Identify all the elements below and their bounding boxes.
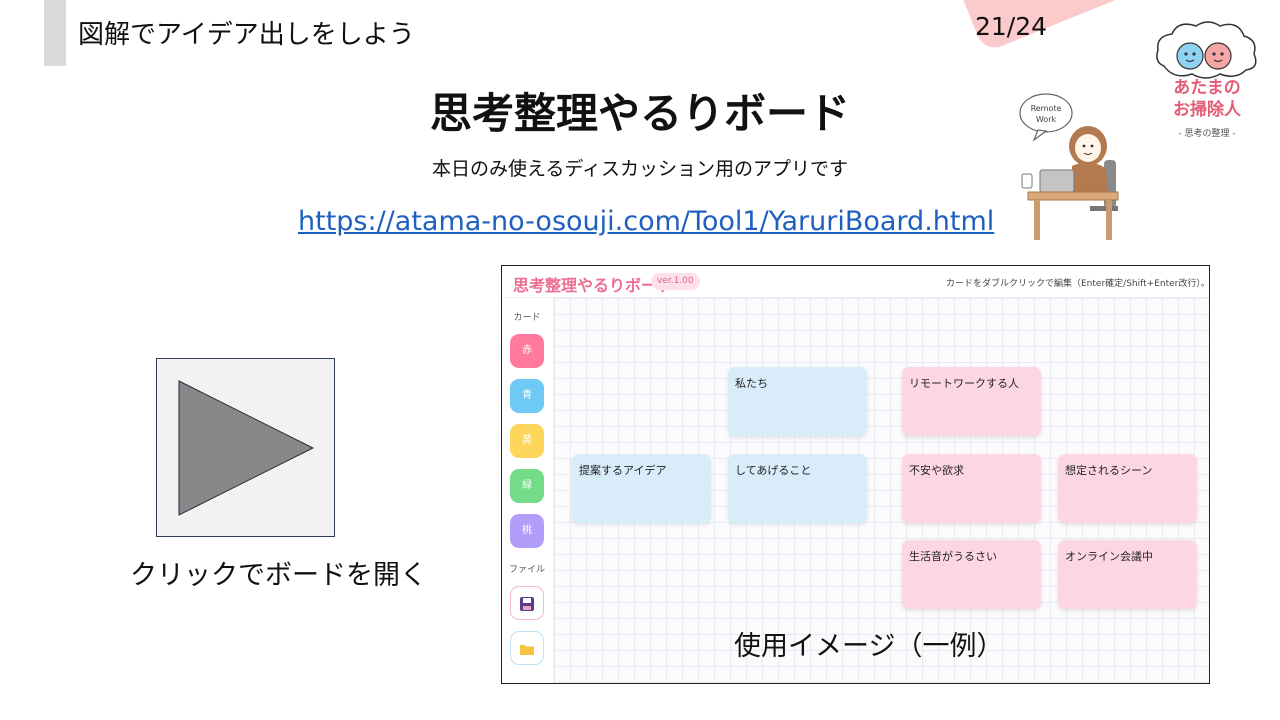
board-url-link[interactable]: https://atama-no-osouji.com/Tool1/Yaruri…	[298, 206, 994, 237]
brand-cloud-icon	[1156, 21, 1257, 79]
board-card[interactable]: 私たち	[728, 367, 867, 436]
version-badge: ver.1.00	[651, 273, 700, 290]
save-button[interactable]	[510, 586, 544, 620]
page-title: 思考整理やるりボード	[429, 89, 850, 138]
open-board-caption: クリックでボードを開く	[130, 560, 427, 591]
color-swatch-purple[interactable]: 桃	[510, 514, 544, 548]
board-card[interactable]: オンライン会議中	[1058, 540, 1197, 609]
color-swatch-blue[interactable]: 青	[510, 379, 544, 413]
cards-label: カード	[513, 313, 541, 323]
color-swatch-yellow[interactable]: 黄	[510, 424, 544, 458]
board-card[interactable]: してあげること	[728, 454, 867, 523]
open-file-button[interactable]	[510, 631, 544, 665]
board-card[interactable]: 生活音がうるさい	[902, 540, 1041, 609]
app-usage-hint: カードをダブルクリックで編集（Enter確定/Shift+Enter改行）。ドラ…	[946, 279, 1210, 289]
open-board-button[interactable]	[156, 358, 335, 537]
page-subtitle: 本日のみ使えるディスカッション用のアプリです	[431, 158, 849, 180]
board-card[interactable]: 提案するアイデア	[572, 454, 711, 523]
app-title: 思考整理やるりボード	[513, 276, 674, 295]
board-card[interactable]: 不安や欲求	[902, 454, 1041, 523]
play-icon	[178, 380, 315, 516]
app-preview-window: 思考整理やるりボード ver.1.00 カードをダブルクリックで編集（Enter…	[501, 265, 1210, 684]
board-card[interactable]: リモートワークする人	[902, 367, 1041, 436]
section-marker	[44, 0, 66, 66]
page-number: 21/24	[975, 12, 1048, 41]
file-label: ファイル	[508, 565, 545, 575]
app-sidebar: カード 赤 青 黄 緑 桃 ファイル	[502, 298, 554, 683]
board-card[interactable]: 想定されるシーン	[1058, 454, 1197, 523]
save-icon	[520, 597, 534, 611]
folder-icon	[520, 645, 534, 655]
app-header: 思考整理やるりボード ver.1.00 カードをダブルクリックで編集（Enter…	[502, 266, 1209, 298]
color-swatch-green[interactable]: 緑	[510, 469, 544, 503]
section-title: 図解でアイデア出しをしよう	[78, 20, 415, 50]
color-swatch-red[interactable]: 赤	[510, 334, 544, 368]
usage-caption: 使用イメージ（一例）	[734, 631, 1004, 662]
